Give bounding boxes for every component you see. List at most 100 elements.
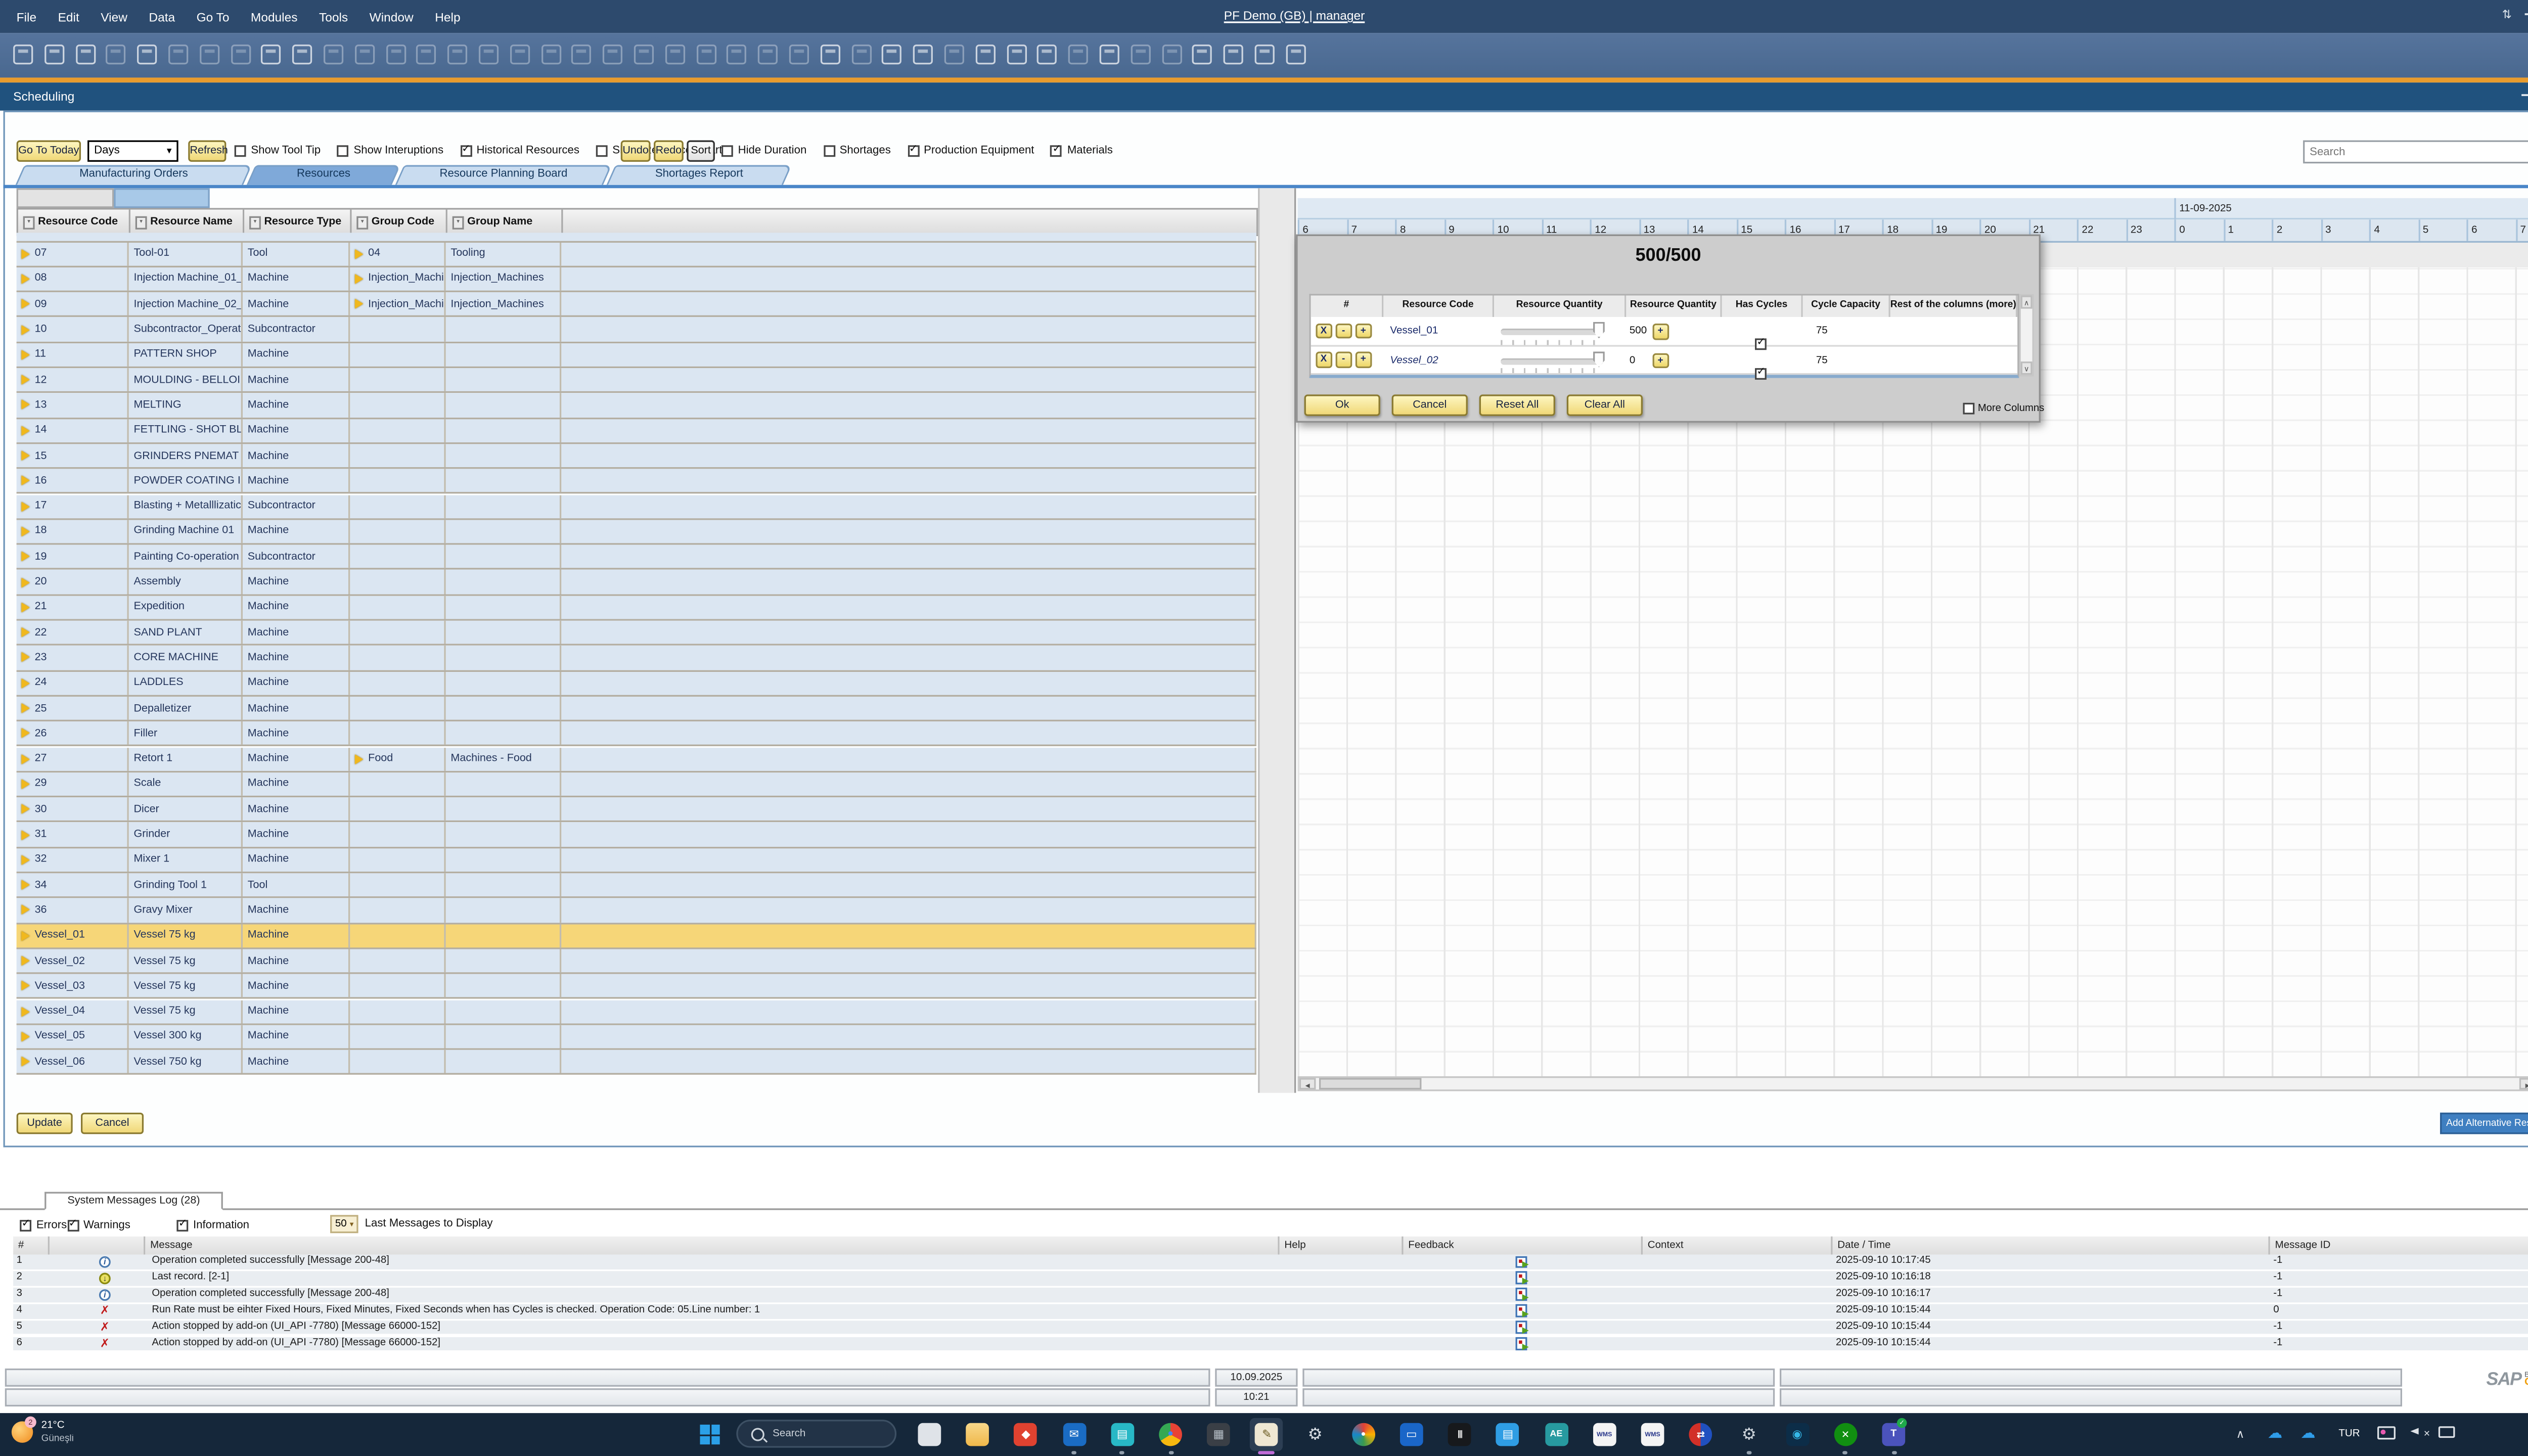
column-header-resource-code[interactable]: ▾Resource Code [18, 210, 130, 235]
remove-button[interactable]: X [1316, 352, 1331, 368]
word-icon[interactable] [199, 44, 219, 64]
blue-window-icon[interactable]: ▭ [1400, 1423, 1423, 1446]
checkbox[interactable] [823, 145, 835, 157]
table-row-19[interactable]: 19Painting Co-operationSubcontractor [17, 545, 1256, 570]
message-dim-icon[interactable] [944, 44, 964, 64]
filter-icon[interactable]: ▾ [356, 216, 368, 230]
file-explorer-icon[interactable] [966, 1423, 989, 1446]
sap-b1-icon[interactable]: ✎ [1255, 1423, 1279, 1446]
payment-icon[interactable] [1193, 44, 1212, 64]
next-record-icon[interactable] [448, 44, 468, 64]
checkbox[interactable] [337, 145, 349, 157]
message-row-6[interactable]: 6✗Action stopped by add-on (UI_API -7780… [13, 1336, 2528, 1351]
message-row-2[interactable]: 2↓Last record. [2-1]2025-09-10 10:16:18-… [13, 1271, 2528, 1286]
increase-quantity-button[interactable]: + [1653, 352, 1668, 368]
link-arrow-icon[interactable] [21, 602, 29, 612]
filter-icon[interactable]: ▾ [23, 216, 35, 230]
invoice-search-icon[interactable] [789, 44, 809, 64]
link-arrow-icon[interactable] [21, 804, 29, 814]
doc-edit-icon[interactable] [882, 44, 902, 64]
print-icon[interactable] [44, 44, 64, 64]
update-button[interactable]: Update [17, 1113, 73, 1134]
table-row-12[interactable]: 12MOULDING - BELLOIMachine [17, 368, 1256, 393]
gear-outline-icon[interactable]: ⚙ [1737, 1423, 1760, 1446]
table-row-17[interactable]: 17Blasting + MetalllizaticSubcontractor [17, 494, 1256, 520]
table-row-16[interactable]: 16POWDER COATING IMachine [17, 469, 1256, 494]
feedback-icon[interactable] [1516, 1288, 1527, 1300]
table-row-29[interactable]: 29ScaleMachine [17, 772, 1256, 798]
table-row-18[interactable]: 18Grinding Machine 01Machine [17, 520, 1256, 545]
decrement-button[interactable]: - [1336, 352, 1351, 368]
message-row-4[interactable]: 4✗Run Rate must be eihter Fixed Hours, F… [13, 1304, 2528, 1318]
gantt-icon[interactable] [727, 44, 747, 64]
last-record-icon[interactable] [479, 44, 499, 64]
messages-column-#[interactable]: # [13, 1237, 50, 1255]
cascade-icon[interactable]: ⇅ [2496, 0, 2517, 33]
weather-condition[interactable]: Güneşli [41, 1435, 74, 1445]
link-arrow-icon[interactable] [21, 476, 29, 486]
checkbox[interactable] [596, 145, 608, 157]
chrome-icon[interactable]: ● [1159, 1423, 1182, 1446]
table-row-26[interactable]: 26FillerMachine [17, 722, 1256, 747]
binoculars-icon[interactable] [324, 44, 343, 64]
column-header-resource-name[interactable]: ▾Resource Name [130, 210, 244, 235]
checkbox[interactable] [67, 1219, 78, 1231]
messages-log-tab[interactable]: System Messages Log (28) [44, 1192, 223, 1210]
messages-column-icon[interactable] [50, 1237, 145, 1255]
table-row-34[interactable]: 34Grinding Tool 1Tool [17, 873, 1256, 898]
messages-column-Help[interactable]: Help [1280, 1237, 1404, 1255]
messages-column-Feedback[interactable]: Feedback [1404, 1237, 1643, 1255]
speaker-muted-icon[interactable] [2410, 1428, 2418, 1434]
table-row-32[interactable]: 32Mixer 1Machine [17, 848, 1256, 873]
link-arrow-icon[interactable] [21, 1057, 29, 1067]
refresh-icon[interactable] [510, 44, 529, 64]
checkbox[interactable] [907, 145, 919, 157]
feedback-icon[interactable] [1516, 1337, 1527, 1349]
user-icon[interactable] [1100, 44, 1119, 64]
cancel-button[interactable]: Cancel [1392, 394, 1468, 416]
wms2-app-icon[interactable]: WMS [1641, 1423, 1664, 1446]
link-arrow-icon[interactable] [21, 703, 29, 713]
link-arrow-icon[interactable] [21, 931, 29, 941]
dialog-column-has-cycles[interactable]: Has Cycles [1722, 295, 1803, 316]
tab-resource-planning-board[interactable]: Resource Planning Board [399, 165, 607, 185]
checkbox-historical-resources[interactable]: Historical Resources [460, 145, 596, 157]
link-arrow-icon[interactable] [21, 249, 29, 259]
messages-column-Message[interactable]: Message [145, 1237, 1279, 1255]
cancel-button[interactable]: Cancel [81, 1113, 144, 1134]
table-row-Vessel_04[interactable]: Vessel_04Vessel 75 kgMachine [17, 999, 1256, 1025]
help-icon[interactable] [1286, 44, 1305, 64]
clear-all-button[interactable]: Clear All [1567, 394, 1643, 416]
add-alternative-resources-button[interactable]: Add Alternative Res... [2440, 1113, 2528, 1134]
filter-warnings[interactable]: Warnings [67, 1219, 130, 1231]
interval-select[interactable]: Days ▼ [87, 141, 178, 162]
table-row-14[interactable]: 14FETTLING - SHOT BLMachine [17, 419, 1256, 444]
column-header-group-name[interactable]: ▾Group Name [447, 210, 563, 235]
move-icon[interactable] [261, 44, 281, 64]
task-view-icon[interactable] [918, 1423, 941, 1446]
link-arrow-icon[interactable] [21, 627, 29, 638]
quantity-slider-track[interactable] [1501, 357, 1603, 364]
link-arrow-icon[interactable] [21, 577, 29, 587]
doc-clock-icon[interactable] [665, 44, 685, 64]
table-row-31[interactable]: 31GrinderMachine [17, 823, 1256, 848]
link-arrow-icon[interactable] [21, 451, 29, 461]
next-cell-icon[interactable] [634, 44, 654, 64]
messages-column-Message ID[interactable]: Message ID [2270, 1237, 2528, 1255]
column-header-resource-type[interactable]: ▾Resource Type [244, 210, 351, 235]
previous-record-icon[interactable] [417, 44, 436, 64]
link-arrow-icon[interactable] [21, 526, 29, 536]
erp-db-icon[interactable]: ▤ [1111, 1423, 1134, 1446]
checkbox-show-tool-tip[interactable]: Show Tool Tip [235, 145, 337, 157]
web-doc-icon[interactable] [1255, 44, 1275, 64]
quantity-slider-handle[interactable] [1593, 322, 1605, 339]
link-arrow-icon[interactable] [21, 299, 29, 309]
link-arrow-icon[interactable] [21, 426, 29, 436]
barcode-icon[interactable]: ||| [1448, 1423, 1471, 1446]
touch-keyboard-icon[interactable] [2439, 1426, 2455, 1438]
quantity-slider-handle[interactable] [1593, 351, 1605, 368]
link-arrow-icon[interactable] [21, 830, 29, 840]
feedback-icon[interactable] [1516, 1255, 1527, 1267]
dialog-column-#[interactable]: # [1311, 295, 1384, 316]
copy-icon[interactable] [138, 44, 157, 64]
